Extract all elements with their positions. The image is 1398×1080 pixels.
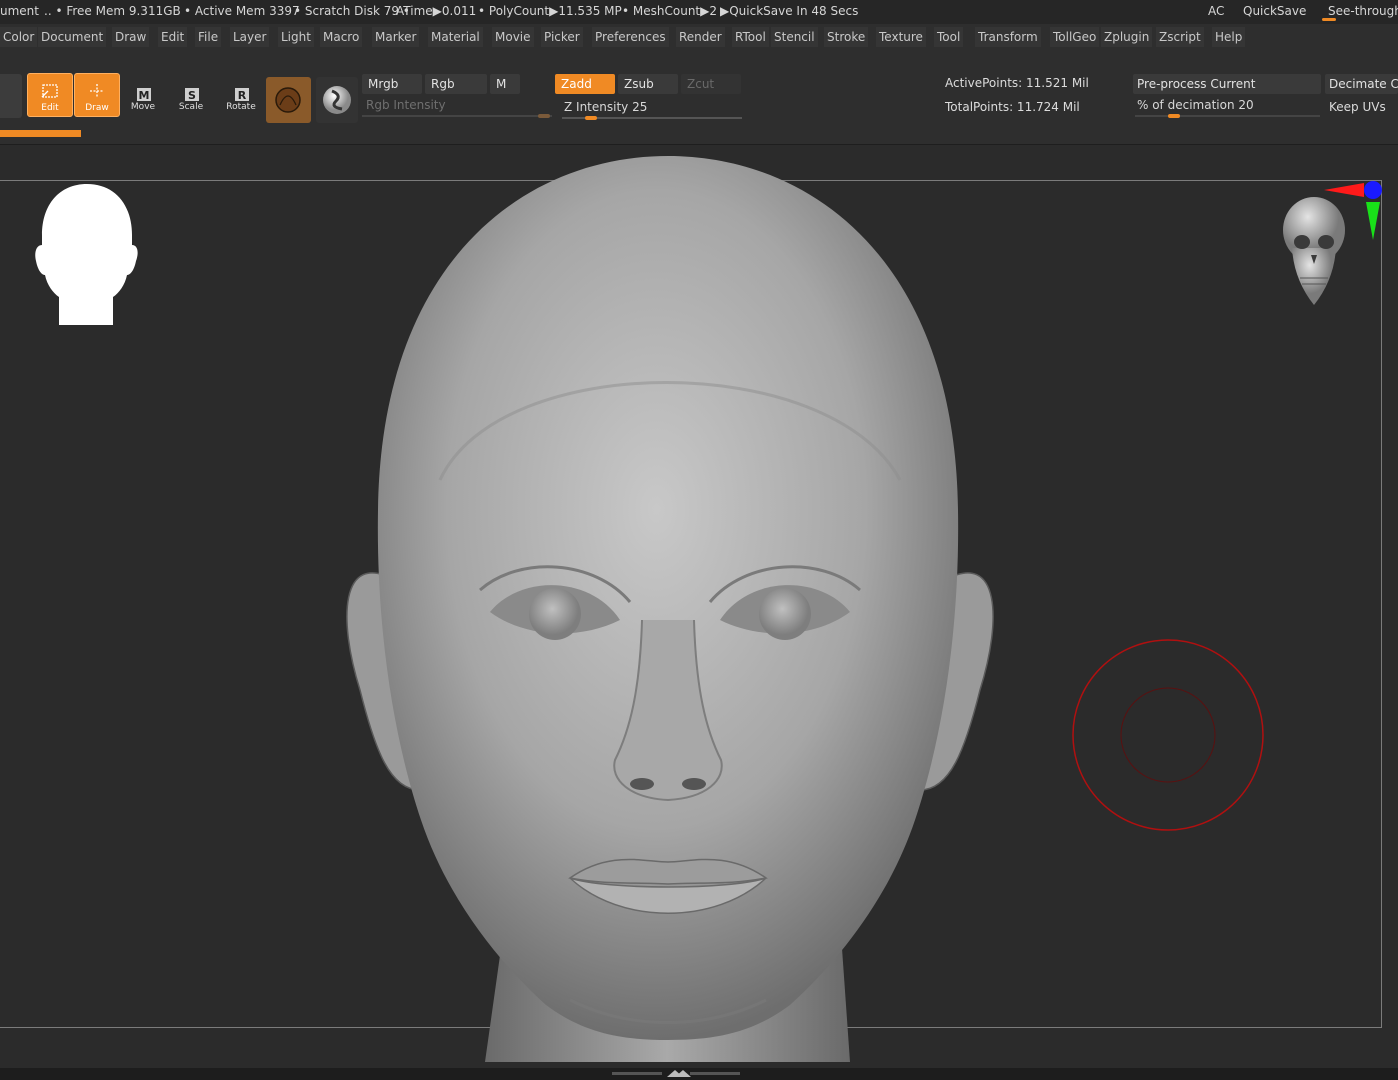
menu-material[interactable]: Material bbox=[428, 27, 483, 47]
document-name: ument bbox=[0, 4, 39, 18]
polycount: • PolyCount▶11.535 MP bbox=[478, 4, 622, 18]
menu-transform[interactable]: Transform bbox=[975, 27, 1041, 47]
menu-render[interactable]: Render bbox=[676, 27, 725, 47]
atime: ATime▶0.011 bbox=[396, 4, 477, 18]
left-edge-button[interactable] bbox=[0, 74, 22, 118]
menu-file[interactable]: File bbox=[195, 27, 222, 47]
keep-uvs-toggle[interactable]: Keep UVs bbox=[1329, 100, 1386, 114]
z-intensity-knob[interactable] bbox=[584, 116, 597, 120]
quicksave-button[interactable]: QuickSave bbox=[1243, 0, 1306, 22]
decimate-current-button[interactable]: Decimate Cu bbox=[1325, 74, 1398, 94]
decimation-knob[interactable] bbox=[1168, 114, 1180, 118]
menu-zscript[interactable]: Zscript bbox=[1156, 27, 1204, 47]
menu-color[interactable]: Color bbox=[0, 27, 38, 47]
view-gizmo[interactable] bbox=[1278, 180, 1388, 310]
menu-zplugin[interactable]: Zplugin bbox=[1101, 27, 1153, 47]
see-through-knob[interactable] bbox=[1322, 18, 1336, 21]
sculpt-head-model[interactable] bbox=[330, 150, 1010, 1065]
total-points: TotalPoints: 11.724 Mil bbox=[945, 100, 1080, 114]
menu-movie[interactable]: Movie bbox=[492, 27, 534, 47]
draw-size-bar bbox=[0, 130, 81, 137]
menu-rtool[interactable]: RTool bbox=[732, 27, 769, 47]
z-intensity-slider-text: Z Intensity 25 bbox=[564, 100, 647, 114]
tray-toggle-icon[interactable] bbox=[612, 1069, 742, 1079]
zsub-button[interactable]: Zsub bbox=[618, 74, 678, 94]
brush-cursor bbox=[1072, 639, 1264, 831]
rotate-button[interactable]: R Rotate bbox=[218, 78, 264, 122]
menu-help[interactable]: Help bbox=[1212, 27, 1246, 47]
menu-macro[interactable]: Macro bbox=[320, 27, 363, 47]
menu-edit[interactable]: Edit bbox=[158, 27, 188, 47]
decimation-slider[interactable] bbox=[1135, 115, 1320, 117]
menu-layer[interactable]: Layer bbox=[230, 27, 270, 47]
mrgb-button[interactable]: Mrgb bbox=[362, 74, 422, 94]
rgb-intensity-slider[interactable] bbox=[362, 115, 552, 117]
edit-button[interactable]: Edit bbox=[27, 73, 73, 117]
menu-stencil[interactable]: Stencil bbox=[771, 27, 818, 47]
menu-tool[interactable]: Tool bbox=[934, 27, 964, 47]
z-intensity-label: Z Intensity bbox=[564, 100, 629, 114]
decimation-value: 20 bbox=[1238, 98, 1254, 112]
top-shelf: Edit Draw M Move S Scale R Rotate Mrgb R… bbox=[0, 50, 1398, 145]
menu-bar: Color Document Draw Edit File Layer Light Macro… bbox=[0, 24, 1398, 50]
material-sphere-icon bbox=[275, 87, 301, 113]
meshcount: • MeshCount▶2 bbox=[622, 4, 717, 18]
edit-icon bbox=[41, 84, 58, 98]
menu-preferences[interactable]: Preferences bbox=[592, 27, 669, 47]
zcut-button[interactable]: Zcut bbox=[681, 74, 741, 94]
skull-icon bbox=[1283, 197, 1345, 305]
brush-sphere-icon bbox=[323, 86, 351, 114]
free-mem: .. • Free Mem 9.311GB bbox=[44, 4, 181, 18]
brush-button[interactable] bbox=[316, 77, 358, 123]
menu-stroke[interactable]: Stroke bbox=[824, 27, 869, 47]
rgb-intensity-label: Rgb Intensity bbox=[366, 98, 446, 112]
menu-document[interactable]: Document bbox=[38, 27, 107, 47]
menu-texture[interactable]: Texture bbox=[876, 27, 926, 47]
z-intensity-value: 25 bbox=[632, 100, 648, 114]
draw-button[interactable]: Draw bbox=[74, 73, 120, 117]
see-through-slider[interactable]: See-through bbox=[1328, 0, 1398, 22]
draw-icon bbox=[90, 84, 104, 98]
y-axis-arrow[interactable] bbox=[1366, 202, 1380, 240]
scratch-disk: • Scratch Disk 79 • bbox=[294, 4, 410, 18]
head-silhouette-icon bbox=[35, 184, 138, 325]
m-button[interactable]: M bbox=[490, 74, 520, 94]
svg-text:R: R bbox=[238, 89, 247, 102]
active-mem: • Active Mem 3397 bbox=[184, 4, 300, 18]
rgb-button[interactable]: Rgb bbox=[425, 74, 487, 94]
svg-text:M: M bbox=[139, 89, 150, 102]
menu-draw[interactable]: Draw bbox=[112, 27, 150, 47]
quicksave-timer: ▶QuickSave In 48 Secs bbox=[720, 4, 859, 18]
menu-light[interactable]: Light bbox=[278, 27, 314, 47]
preprocess-current-button[interactable]: Pre-process Current bbox=[1133, 74, 1321, 94]
decimation-slider-text: % of decimation 20 bbox=[1137, 98, 1254, 112]
z-axis-dot[interactable] bbox=[1364, 181, 1382, 199]
move-button[interactable]: M Move bbox=[120, 78, 166, 122]
rgb-intensity-knob[interactable] bbox=[538, 114, 550, 118]
ac-button[interactable]: AC bbox=[1208, 0, 1224, 22]
svg-text:S: S bbox=[188, 89, 196, 102]
decimation-label: % of decimation bbox=[1137, 98, 1235, 112]
active-points: ActivePoints: 11.521 Mil bbox=[945, 76, 1089, 90]
menu-marker[interactable]: Marker bbox=[372, 27, 420, 47]
menu-tollgeo[interactable]: TollGeo bbox=[1050, 27, 1100, 47]
menu-picker[interactable]: Picker bbox=[541, 27, 583, 47]
material-button[interactable] bbox=[266, 77, 311, 123]
scale-button[interactable]: S Scale bbox=[168, 78, 214, 122]
status-bar: ument .. • Free Mem 9.311GB • Active Mem… bbox=[0, 0, 1398, 24]
zadd-button[interactable]: Zadd bbox=[555, 74, 615, 94]
x-axis-arrow[interactable] bbox=[1324, 183, 1364, 197]
